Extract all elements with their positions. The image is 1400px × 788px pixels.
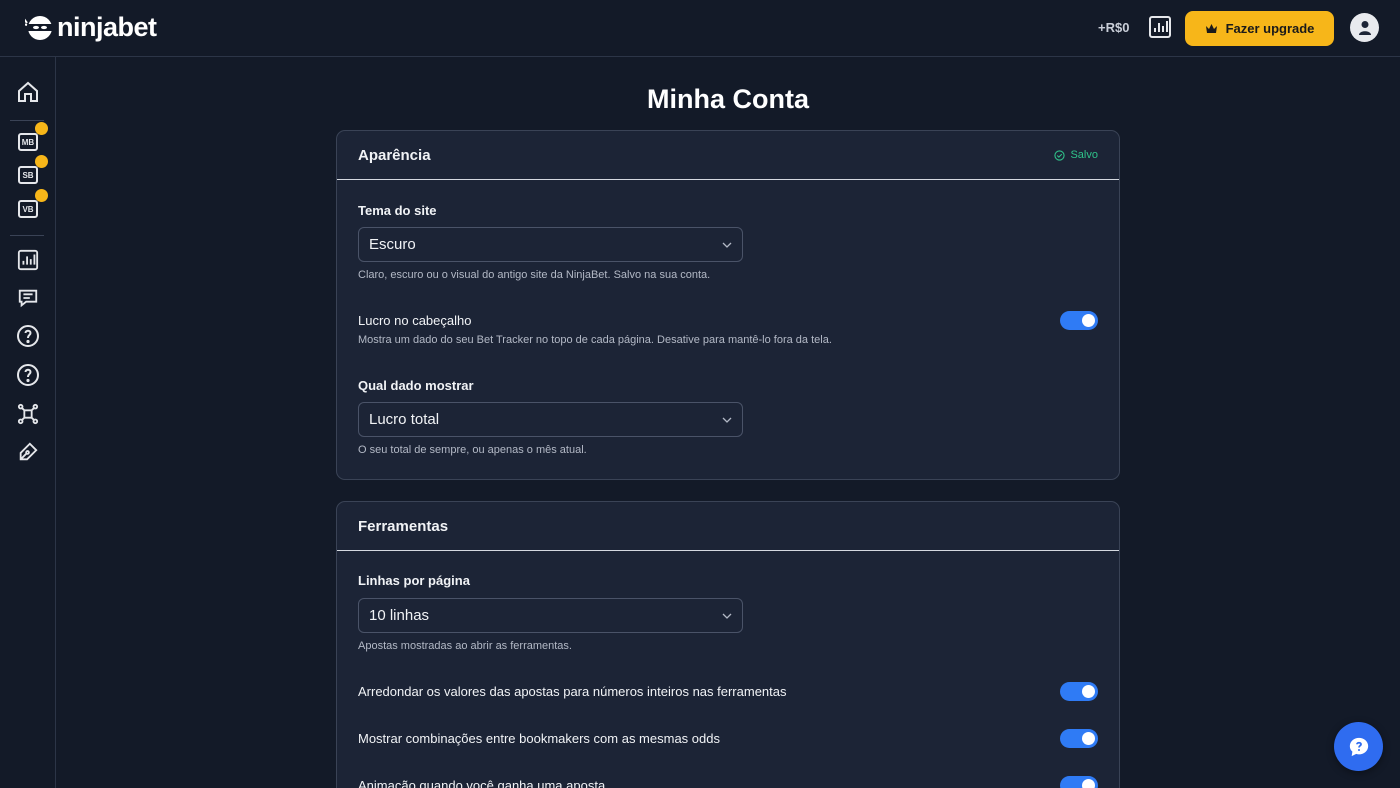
upgrade-label: Fazer upgrade [1225,21,1315,36]
sidebar-item-network[interactable] [14,400,42,428]
tools-title: Ferramentas [358,517,449,535]
user-icon [1358,20,1371,35]
sidebar-item-sb[interactable]: SB [14,155,48,189]
premium-badge-icon [35,189,48,202]
home-icon [18,81,38,102]
theme-select[interactable]: Escuro [358,227,743,262]
help-icon [17,325,39,347]
chevron-down-icon [722,613,732,619]
logo-text: ninjabet [57,12,157,42]
saved-label: Salvo [1070,149,1098,161]
premium-badge-icon [35,155,48,168]
combos-toggle[interactable] [1060,729,1098,748]
bet-tracker-chart-icon[interactable] [1148,15,1172,39]
which-data-select[interactable]: Lucro total [358,402,743,437]
tools-card: Ferramentas Linhas por página 10 linhas … [336,501,1120,788]
page-title: Minha Conta [647,84,809,114]
sidebar: MB SB VB [0,57,56,788]
chat-icon [18,289,38,308]
win-animation-label: Animação quando você ganha uma aposta [358,778,606,788]
upgrade-button[interactable]: Fazer upgrade [1185,11,1334,46]
theme-label: Tema do site [358,203,437,218]
header-profit: +R$0 [1098,20,1130,35]
mb-icon: MB [18,133,38,151]
chevron-down-icon [722,417,732,423]
vb-icon: VB [18,200,38,218]
round-values-toggle[interactable] [1060,682,1098,701]
chart-icon [17,249,39,271]
sidebar-item-help-2[interactable] [14,361,42,389]
chevron-down-icon [722,242,732,248]
tools-card-header: Ferramentas [337,502,1119,551]
top-bar: ninjabet +R$0 Fazer upgrade [0,0,1400,57]
sidebar-divider [10,235,44,236]
sidebar-item-mb[interactable]: MB [14,122,48,156]
user-avatar[interactable] [1350,13,1379,42]
help-bubble-icon [1349,737,1368,756]
rows-per-page-help: Apostas mostradas ao abrir as ferramenta… [358,640,572,652]
rows-per-page-label: Linhas por página [358,573,470,588]
sidebar-divider [10,120,44,121]
rows-per-page-select[interactable]: 10 linhas [358,598,743,633]
theme-help: Claro, escuro ou o visual do antigo site… [358,269,711,281]
theme-select-value: Escuro [369,236,416,253]
premium-badge-icon [35,122,48,135]
saved-status: Salvo [1054,149,1098,161]
network-icon [17,403,39,425]
check-circle-icon [1054,149,1066,161]
profit-header-label: Lucro no cabeçalho [358,313,472,328]
combos-label: Mostrar combinações entre bookmakers com… [358,731,720,746]
appearance-card: Aparência Salvo Tema do site Escuro Clar… [336,130,1120,480]
sidebar-item-pen[interactable] [14,438,42,466]
which-data-help: O seu total de sempre, ou apenas o mês a… [358,444,587,456]
logo[interactable]: ninjabet [25,12,157,43]
which-data-select-value: Lucro total [369,411,440,428]
sidebar-item-chart[interactable] [14,246,42,274]
ninja-logo-icon [25,15,52,40]
win-animation-toggle[interactable] [1060,776,1098,788]
appearance-card-header: Aparência Salvo [337,131,1119,180]
crown-icon [1205,24,1217,33]
rows-per-page-value: 10 linhas [369,607,430,624]
sidebar-item-home[interactable] [14,78,42,106]
help-icon [17,364,39,386]
help-chat-button[interactable] [1334,722,1383,771]
appearance-title: Aparência [358,146,431,164]
sidebar-item-chat[interactable] [14,284,42,312]
which-data-label: Qual dado mostrar [358,378,474,393]
profit-header-help: Mostra um dado do seu Bet Tracker no top… [358,334,832,346]
sidebar-item-vb[interactable]: VB [14,189,48,223]
sidebar-item-help[interactable] [14,322,42,350]
profit-header-toggle[interactable] [1060,311,1098,330]
pen-icon [19,442,38,461]
sb-icon: SB [18,166,38,184]
round-values-label: Arredondar os valores das apostas para n… [358,684,787,699]
